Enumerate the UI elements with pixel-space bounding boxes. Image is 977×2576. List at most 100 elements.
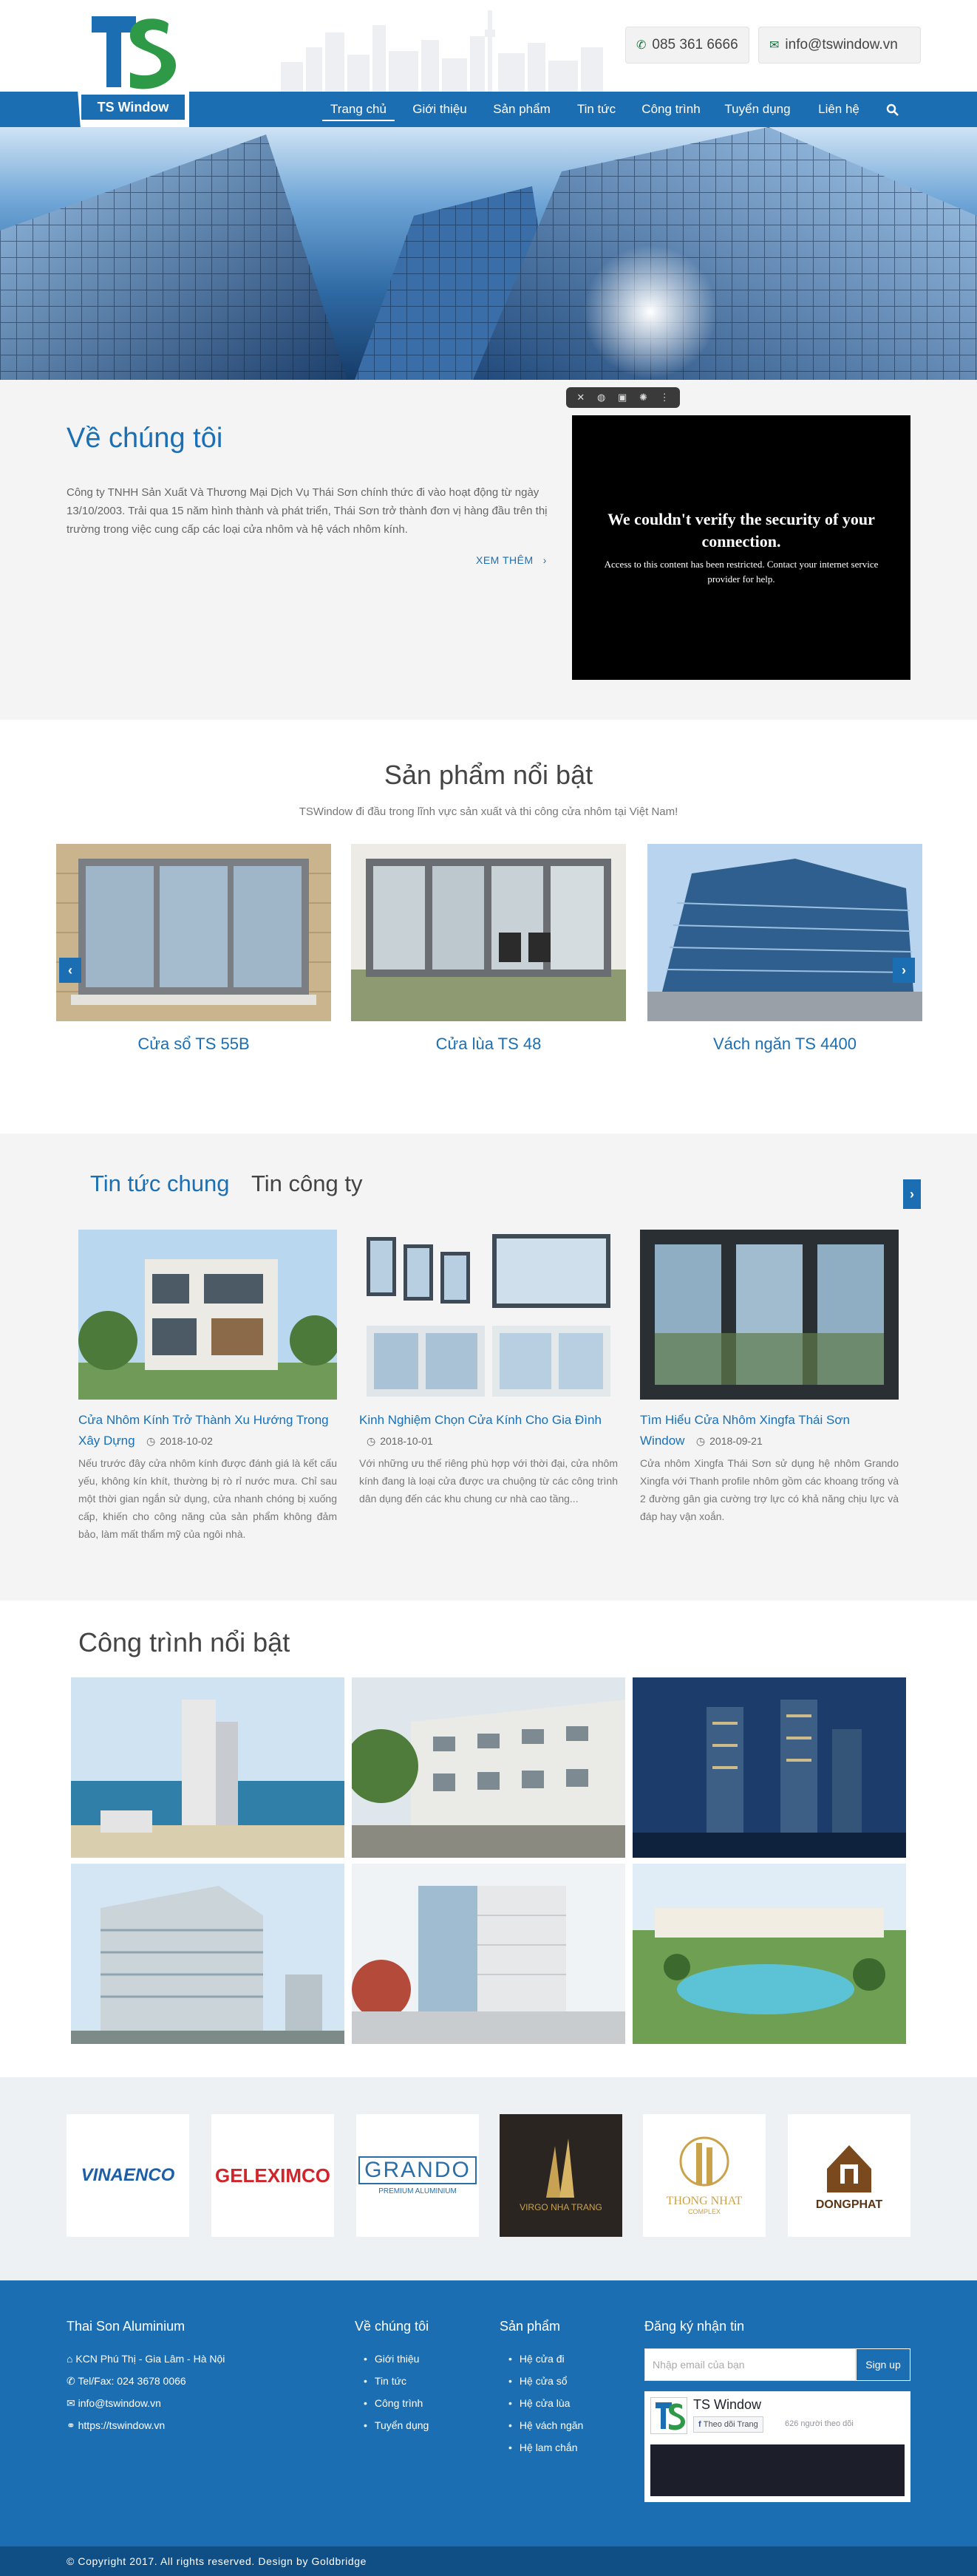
envelope-icon: ✉ xyxy=(769,39,780,52)
clock-icon: ◷ xyxy=(146,1435,156,1447)
nav-products[interactable]: Sản phẩm xyxy=(485,92,559,127)
partner-logo[interactable]: GELEXIMCO xyxy=(211,2114,334,2237)
tab-general-news[interactable]: Tin tức chung xyxy=(90,1171,229,1197)
facebook-page-widget[interactable]: TS Window f Theo dõi Trang 626 người the… xyxy=(644,2391,910,2502)
phone-button[interactable]: ✆ 085 361 6666 xyxy=(625,27,749,64)
news-next-button[interactable]: › xyxy=(903,1179,921,1209)
tab-company-news[interactable]: Tin công ty xyxy=(251,1171,362,1197)
partner-name: VINAENCO xyxy=(81,2165,175,2185)
nav-recruitment[interactable]: Tuyển dụng xyxy=(717,92,798,127)
product-title[interactable]: Cửa sổ TS 55B xyxy=(56,1035,331,1054)
news-excerpt: Cửa nhôm Xingfa Thái Sơn sử dụng hệ nhôm… xyxy=(640,1457,899,1522)
footer-link[interactable]: Hệ cửa lùa xyxy=(508,2397,571,2409)
fb-page-avatar xyxy=(650,2397,687,2434)
footer-link[interactable]: Hệ cửa sổ xyxy=(508,2375,568,2387)
picture-in-picture-icon[interactable]: ▣ xyxy=(618,392,627,403)
video-embed[interactable]: We couldn't verify the security of your … xyxy=(572,415,910,680)
subscribe-email-input[interactable]: Nhập email của bạn xyxy=(644,2348,856,2381)
footer: Thai Son Aluminium ⌂ KCN Phú Thị - Gia L… xyxy=(0,2280,977,2546)
nav-contact[interactable]: Liên hệ xyxy=(809,92,869,127)
video-error-text: Access to this content has been restrict… xyxy=(604,559,879,585)
news-date: 2018-09-21 xyxy=(709,1435,763,1447)
lightbulb-icon[interactable]: ✺ xyxy=(639,392,647,403)
footer-address: ⌂ KCN Phú Thị - Gia Lâm - Hà Nội xyxy=(67,2353,225,2365)
signup-button[interactable]: Sign up xyxy=(856,2348,910,2381)
email-address: info@tswindow.vn xyxy=(785,37,898,52)
footer-tel: ✆ Tel/Fax: 024 3678 0066 xyxy=(67,2375,186,2388)
website-text: https://tswindow.vn xyxy=(78,2419,166,2431)
read-more-link[interactable]: XEM THÊM › xyxy=(476,554,547,566)
footer-link[interactable]: Hệ vách ngăn xyxy=(508,2419,583,2431)
partner-logo[interactable]: VIRGO NHA TRANG xyxy=(500,2114,622,2237)
product-image[interactable] xyxy=(56,844,331,1021)
partner-logo[interactable]: THONG NHAT COMPLEX xyxy=(643,2114,766,2237)
product-title[interactable]: Cửa lùa TS 48 xyxy=(351,1035,626,1054)
products-subtitle: TSWindow đi đầu trong lĩnh vực sản xuất … xyxy=(299,805,678,818)
footer-link[interactable]: Hệ lam chắn xyxy=(508,2442,578,2453)
virgo-building-icon xyxy=(546,2139,574,2198)
close-icon[interactable]: ✕ xyxy=(576,392,585,403)
project-image[interactable] xyxy=(71,1864,344,2044)
news-image[interactable] xyxy=(640,1230,899,1400)
featured-projects-section: Công trình nổi bật xyxy=(0,1601,977,2077)
address-text: KCN Phú Thị - Gia Lâm - Hà Nội xyxy=(75,2353,225,2365)
nav-projects[interactable]: Công trình xyxy=(634,92,708,127)
news-title[interactable]: Tìm Hiểu Cửa Nhôm Xingfa Thái Sơn Window… xyxy=(640,1410,899,1451)
hero-buildings-image xyxy=(0,127,977,380)
product-image[interactable] xyxy=(351,844,626,1021)
news-image[interactable] xyxy=(359,1230,618,1400)
tel-text: Tel/Fax: 024 3678 0066 xyxy=(78,2375,186,2387)
news-title-text: Kinh Nghiệm Chọn Cửa Kính Cho Gia Đình xyxy=(359,1413,602,1427)
nav-about[interactable]: Giới thiệu xyxy=(405,92,474,127)
partner-logo[interactable]: VINAENCO xyxy=(67,2114,189,2237)
project-image[interactable] xyxy=(352,1864,625,2044)
fb-follow-button[interactable]: f Theo dõi Trang xyxy=(693,2416,763,2433)
phone-icon: ✆ xyxy=(67,2375,78,2387)
search-icon[interactable] xyxy=(881,92,905,127)
footer-link[interactable]: Hệ cửa đi xyxy=(508,2353,565,2365)
carousel-next-button[interactable]: › xyxy=(893,958,915,983)
about-text: Công ty TNHH Sản Xuất Và Thương Mại Dịch… xyxy=(67,486,548,536)
footer-website[interactable]: ⚭ https://tswindow.vn xyxy=(67,2419,165,2432)
footer-link[interactable]: Công trình xyxy=(364,2397,423,2409)
footer-link[interactable]: Giới thiệu xyxy=(364,2353,420,2365)
fb-page-name: TS Window xyxy=(693,2397,762,2412)
project-image[interactable] xyxy=(633,1677,906,1858)
project-image[interactable] xyxy=(71,1677,344,1858)
project-image[interactable] xyxy=(633,1864,906,2044)
logo[interactable]: TS Window xyxy=(71,0,189,127)
fb-follower-count: 626 người theo dõi xyxy=(785,2419,854,2428)
news-title[interactable]: Cửa Nhôm Kính Trở Thành Xu Hướng Trong X… xyxy=(78,1410,337,1451)
carousel-prev-button[interactable]: ‹ xyxy=(59,958,81,983)
project-image[interactable] xyxy=(352,1677,625,1858)
fb-cover-image xyxy=(650,2444,905,2496)
nav-news[interactable]: Tin tức xyxy=(568,92,625,127)
email-button[interactable]: ✉ info@tswindow.vn xyxy=(758,27,921,64)
video-error-title: We couldn't verify the security of your … xyxy=(607,510,875,551)
news-title[interactable]: Kinh Nghiệm Chọn Cửa Kính Cho Gia Đình ◷ 2… xyxy=(359,1410,618,1451)
nav-home[interactable]: Trang chủ xyxy=(322,92,395,127)
product-image[interactable] xyxy=(647,844,922,1021)
projects-title: Công trình nổi bật xyxy=(78,1627,290,1657)
featured-products-section: Sản phẩm nổi bật TSWindow đi đầu trong l… xyxy=(0,720,977,1134)
footer-link[interactable]: Tuyển dụng xyxy=(364,2419,429,2431)
phone-number: 085 361 6666 xyxy=(652,37,738,52)
footer-products-title: Sản phẩm xyxy=(500,2319,561,2334)
news-excerpt: Nếu trước đây cửa nhôm kính được đánh gi… xyxy=(78,1457,337,1540)
partner-name: THONG NHAT xyxy=(666,2195,743,2207)
partner-logo[interactable]: DONGPHAT xyxy=(788,2114,910,2237)
logo-text: TS Window xyxy=(81,95,185,120)
footer-link[interactable]: Tin tức xyxy=(364,2375,406,2387)
hero-banner xyxy=(0,127,977,380)
globe-icon[interactable]: ◍ xyxy=(597,392,605,403)
clock-icon: ◷ xyxy=(367,1435,376,1447)
footer-email[interactable]: ✉ info@tswindow.vn xyxy=(67,2397,161,2410)
email-text: info@tswindow.vn xyxy=(78,2397,161,2409)
product-title[interactable]: Vách ngăn TS 4400 xyxy=(647,1035,922,1054)
partner-logo[interactable]: GRANDO PREMIUM ALUMINIUM xyxy=(356,2114,479,2237)
more-options-icon[interactable]: ⋮ xyxy=(660,392,670,403)
news-date: 2018-10-01 xyxy=(380,1435,433,1447)
news-image[interactable] xyxy=(78,1230,337,1400)
copyright-bar: © Copyright 2017. All rights reserved. D… xyxy=(0,2546,977,2576)
products-title: Sản phẩm nổi bật xyxy=(384,760,593,790)
